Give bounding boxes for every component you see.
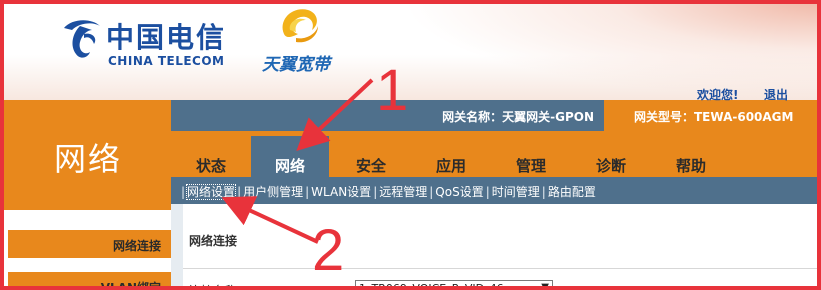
subnav-bar: | 网络设置 | 用户侧管理 | WLAN设置 | 远程管理 | QoS设置 | 时间管理 | 路由配置	[171, 177, 821, 204]
tab-status[interactable]: 状态	[172, 136, 250, 177]
tianyi-broadband-logo: 天翼宽带	[262, 4, 352, 75]
tab-applications[interactable]: 应用	[412, 136, 490, 177]
subnav-qos-settings[interactable]: QoS设置	[435, 185, 483, 199]
gateway-model-bar: 网关型号：TEWA-600AGM	[604, 100, 821, 131]
subnav-route-config[interactable]: 路由配置	[548, 185, 596, 199]
chevron-down-icon: ▼	[541, 282, 549, 290]
sidebar-item-vlan-binding[interactable]: VLAN绑定	[8, 272, 171, 290]
china-telecom-logo-icon	[64, 20, 100, 58]
tab-security[interactable]: 安全	[332, 136, 410, 177]
brand-cn: 中国电信	[106, 21, 227, 54]
connection-name-select[interactable]: 1_TR069_VOICE_R_VID_46 ▼	[355, 280, 553, 290]
subnav-wlan-settings[interactable]: WLAN设置	[311, 185, 371, 199]
header-banner: 中国电信 CHINA TELECOM 天翼宽带	[0, 0, 821, 100]
tab-diagnostics[interactable]: 诊断	[572, 136, 650, 177]
subnav-user-side-management[interactable]: 用户侧管理	[243, 185, 303, 199]
tab-help[interactable]: 帮助	[652, 136, 730, 177]
section-title-panel: 网络	[0, 100, 171, 210]
tianyi-swirl-icon	[282, 9, 318, 43]
gateway-name: 网关名称：天翼网关-GPON	[442, 110, 594, 124]
welcome-text: 欢迎您!	[697, 88, 739, 102]
tab-network[interactable]: 网络	[251, 136, 329, 177]
connection-name-value: 1_TR069_VOICE_R_VID_46	[359, 282, 504, 290]
subnav-network-settings[interactable]: 网络设置	[186, 184, 237, 200]
brand-en: CHINA TELECOM	[108, 54, 225, 68]
subnav-time-management[interactable]: 时间管理	[492, 185, 540, 199]
sub-brand: 天翼宽带	[262, 55, 330, 75]
content-panel: 网络连接 连接名称: 1_TR069_VOICE_R_VID_46 ▼	[171, 204, 821, 290]
content-title: 网络连接	[189, 234, 238, 248]
gateway-name-bar: 网关名称：天翼网关-GPON	[171, 100, 604, 131]
section-title: 网络	[54, 140, 123, 178]
tab-management[interactable]: 管理	[492, 136, 570, 177]
connection-name-label: 连接名称:	[189, 282, 241, 290]
subnav-remote-management[interactable]: 远程管理	[379, 185, 427, 199]
content-divider	[183, 268, 821, 269]
subnav-items: | 网络设置 | 用户侧管理 | WLAN设置 | 远程管理 | QoS设置 | 时间管理 | 路由配置	[181, 184, 596, 200]
china-telecom-logo: 中国电信 CHINA TELECOM	[58, 14, 248, 74]
gateway-model: 网关型号：TEWA-600AGM	[634, 110, 794, 124]
logout-link[interactable]: 退出	[764, 86, 788, 103]
sidebar-item-network-connection[interactable]: 网络连接	[8, 230, 171, 258]
